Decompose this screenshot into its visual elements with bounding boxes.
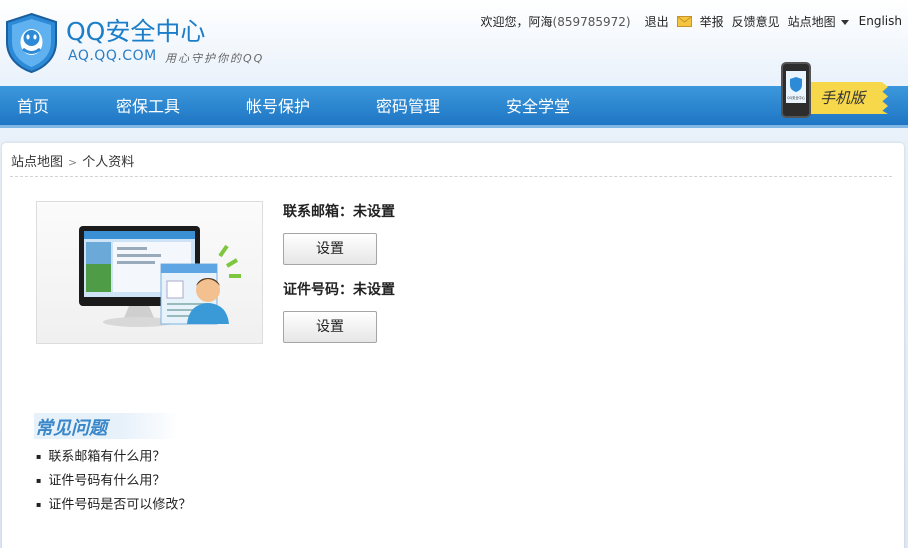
email-field-label: 联系邮箱：未设置 <box>283 201 395 221</box>
user-id: (859785972) <box>552 14 631 29</box>
divider <box>10 176 892 177</box>
id-status: 未设置 <box>353 282 395 298</box>
breadcrumb-current: 个人资料 <box>82 155 135 170</box>
profile-illustration <box>36 201 263 344</box>
sitemap-dropdown[interactable]: 站点地图 <box>788 13 849 30</box>
breadcrumb: 站点地图 > 个人资料 <box>11 151 134 170</box>
language-link[interactable]: English <box>859 14 902 28</box>
faq-link-email[interactable]: 联系邮箱有什么用？ <box>48 450 165 465</box>
mobile-version-link[interactable]: 手机版 QQ安全中心 <box>764 62 892 120</box>
list-item: 证件号码是否可以修改？ <box>36 493 191 517</box>
phone-icon: QQ安全中心 <box>781 62 811 118</box>
sitemap-label: 站点地图 <box>787 14 836 29</box>
logo-title[interactable]: QQ安全中心 <box>66 12 205 48</box>
shield-icon: QQ安全中心 <box>787 77 806 100</box>
faq-link-id-modify[interactable]: 证件号码是否可以修改？ <box>48 498 191 513</box>
chevron-right-icon: > <box>68 156 78 169</box>
list-item: 联系邮箱有什么用？ <box>36 445 191 469</box>
phone-screen-text: QQ安全中心 <box>787 95 806 100</box>
faq-list: 联系邮箱有什么用？ 证件号码有什么用？ 证件号码是否可以修改？ <box>36 445 191 517</box>
welcome-text: 欢迎您，阿海(859785972) <box>481 13 631 30</box>
email-label: 联系邮箱： <box>283 204 353 220</box>
feedback-link[interactable]: 反馈意见 <box>732 13 780 30</box>
logout-link[interactable]: 退出 <box>645 13 669 30</box>
set-email-button[interactable]: 设置 <box>283 233 377 265</box>
phone-screen: QQ安全中心 <box>786 71 806 103</box>
faq-heading: 常见问题 <box>34 413 179 439</box>
logo-domain: AQ.QQ.COM <box>68 48 157 64</box>
set-id-button[interactable]: 设置 <box>283 311 377 343</box>
nav-item-home[interactable]: 首页 <box>17 86 49 128</box>
faq-link-id-usage[interactable]: 证件号码有什么用？ <box>48 474 165 489</box>
mobile-version-label: 手机版 <box>808 82 888 114</box>
email-status: 未设置 <box>353 204 395 220</box>
id-field-label: 证件号码：未设置 <box>283 279 395 299</box>
top-bar: 欢迎您，阿海(859785972) 退出 举报 反馈意见 站点地图 Englis… <box>481 12 903 30</box>
nav-item-security-tools[interactable]: 密保工具 <box>116 86 180 128</box>
content-panel: 站点地图 > 个人资料 联系邮箱：未设置 设置 证件号码：未设置 设置 常见问题… <box>2 143 904 548</box>
id-label: 证件号码： <box>283 282 353 298</box>
welcome-name: 欢迎您，阿海 <box>480 14 553 29</box>
mail-icon[interactable] <box>676 15 692 27</box>
logo-slogan: 用心守护你的QQ <box>165 52 265 65</box>
nav-item-security-school[interactable]: 安全学堂 <box>506 86 570 128</box>
faq-title: 常见问题 <box>35 418 107 439</box>
list-item: 证件号码有什么用？ <box>36 469 191 493</box>
nav-item-account-protection[interactable]: 帐号保护 <box>246 86 310 128</box>
chevron-down-icon <box>840 19 849 25</box>
computer-user-illustration-icon <box>79 226 241 327</box>
report-link[interactable]: 举报 <box>700 13 724 30</box>
nav-item-password-management[interactable]: 密码管理 <box>376 86 440 128</box>
qq-shield-logo-icon[interactable] <box>4 12 59 74</box>
breadcrumb-sitemap-link[interactable]: 站点地图 <box>11 155 63 170</box>
